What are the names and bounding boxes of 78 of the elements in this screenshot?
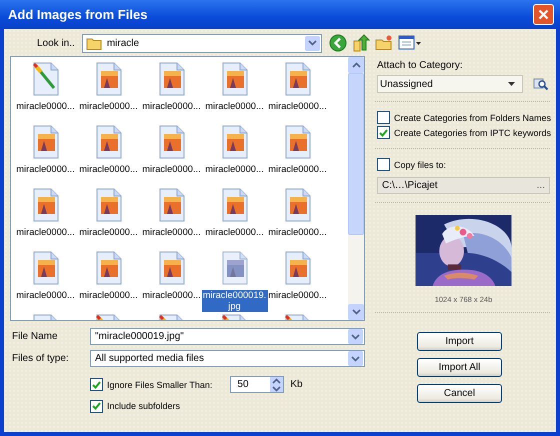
image-file-icon[interactable] xyxy=(30,125,60,159)
close-icon xyxy=(538,9,549,20)
checkbox[interactable] xyxy=(90,400,103,412)
folder-icon xyxy=(86,36,102,50)
scrollbar[interactable] xyxy=(348,57,364,320)
image-file-icon[interactable] xyxy=(94,251,124,285)
file-name[interactable]: miracle0000... xyxy=(204,101,265,111)
image-file-icon[interactable] xyxy=(156,125,186,159)
image-file-icon[interactable] xyxy=(156,188,186,222)
checkbox-label: Ignore Files Smaller Than: xyxy=(107,380,212,390)
dialog-button[interactable]: Cancel xyxy=(417,384,502,403)
file-name[interactable]: miracle0000... xyxy=(78,164,139,174)
brush-file-icon[interactable] xyxy=(30,62,60,96)
image-file-icon[interactable] xyxy=(156,62,186,96)
image-file-icon[interactable] xyxy=(156,251,186,285)
file-name[interactable]: miracle0000... xyxy=(267,227,328,237)
new-folder-icon[interactable] xyxy=(374,34,393,52)
image-file-icon[interactable] xyxy=(30,251,60,285)
file-name-field[interactable]: "miracle000019.jpg" xyxy=(90,328,365,345)
file-name[interactable]: miracle0000... xyxy=(78,227,139,237)
size-spin-field[interactable]: 50 xyxy=(230,376,284,393)
close-button[interactable] xyxy=(533,4,554,25)
file-name[interactable]: miracle0000... xyxy=(15,101,76,111)
checkbox-label: Create Categories from IPTC keywords xyxy=(394,128,552,138)
search-icon[interactable] xyxy=(533,77,549,91)
destination-path-field[interactable]: C:\…\Picajet ... xyxy=(377,176,550,194)
image-file-icon[interactable] xyxy=(220,188,250,222)
look-in-dropdown[interactable]: miracle xyxy=(82,34,322,52)
scroll-up-icon xyxy=(352,62,360,68)
dialog-button[interactable]: Import All xyxy=(417,358,502,377)
file-name[interactable]: miracle0000... xyxy=(267,164,328,174)
checkbox-label: Copy files to: xyxy=(394,160,446,170)
image-file-icon[interactable] xyxy=(282,125,312,159)
view-menu-icon[interactable] xyxy=(398,34,422,52)
file-name[interactable]: miracle0000... xyxy=(141,164,202,174)
file-name[interactable]: miracle0000... xyxy=(141,101,202,111)
file-name[interactable]: miracle0000... xyxy=(267,101,328,111)
file-name[interactable]: miracle000019.jpg xyxy=(202,290,268,312)
checkbox[interactable] xyxy=(377,158,390,172)
unit-label: Kb xyxy=(290,379,303,390)
image-file-icon[interactable] xyxy=(30,188,60,222)
category-dropdown[interactable]: Unassigned xyxy=(377,75,523,93)
window-title: Add Images from Files xyxy=(8,7,148,22)
checkbox[interactable] xyxy=(90,378,103,391)
dialog-button[interactable]: Import xyxy=(417,332,502,351)
image-file-icon[interactable] xyxy=(220,125,250,159)
file-name[interactable]: miracle0000... xyxy=(267,290,328,300)
file-type-label: Files of type: xyxy=(11,353,70,364)
image-file-icon[interactable] xyxy=(94,188,124,222)
image-file-icon[interactable] xyxy=(282,188,312,222)
up-folder-icon[interactable] xyxy=(352,34,370,52)
file-name-label: File Name xyxy=(11,331,59,342)
spin-arrows-icon[interactable] xyxy=(272,378,282,392)
file-name[interactable]: miracle0000... xyxy=(204,227,265,237)
scroll-down-icon xyxy=(352,309,360,315)
checkbox-label: Create Categories from Folders Names xyxy=(394,112,552,123)
image-file-icon[interactable] xyxy=(220,62,250,96)
checkbox[interactable] xyxy=(377,111,390,124)
image-file-icon[interactable] xyxy=(94,125,124,159)
file-name[interactable]: miracle0000... xyxy=(141,227,202,237)
dropdown-arrow-icon xyxy=(508,82,515,86)
file-name[interactable]: miracle0000... xyxy=(78,290,139,300)
file-name[interactable]: miracle0000... xyxy=(15,164,76,174)
checkbox-label: Include subfolders xyxy=(107,401,180,411)
file-name[interactable]: miracle0000... xyxy=(141,290,202,300)
file-name[interactable]: miracle0000... xyxy=(204,164,265,174)
file-name[interactable]: miracle0000... xyxy=(15,290,76,300)
image-file-icon[interactable] xyxy=(220,251,250,285)
file-type-dropdown[interactable]: All supported media files xyxy=(90,350,365,367)
back-icon[interactable] xyxy=(328,34,347,52)
file-name[interactable]: miracle0000... xyxy=(78,101,139,111)
checkbox[interactable] xyxy=(377,126,390,140)
image-file-icon[interactable] xyxy=(94,62,124,96)
look-in-label: Look in.. xyxy=(37,38,75,48)
attach-category-label: Attach to Category: xyxy=(377,60,464,71)
image-file-icon[interactable] xyxy=(282,251,312,285)
file-name[interactable]: miracle0000... xyxy=(15,227,76,237)
image-file-icon[interactable] xyxy=(282,62,312,96)
